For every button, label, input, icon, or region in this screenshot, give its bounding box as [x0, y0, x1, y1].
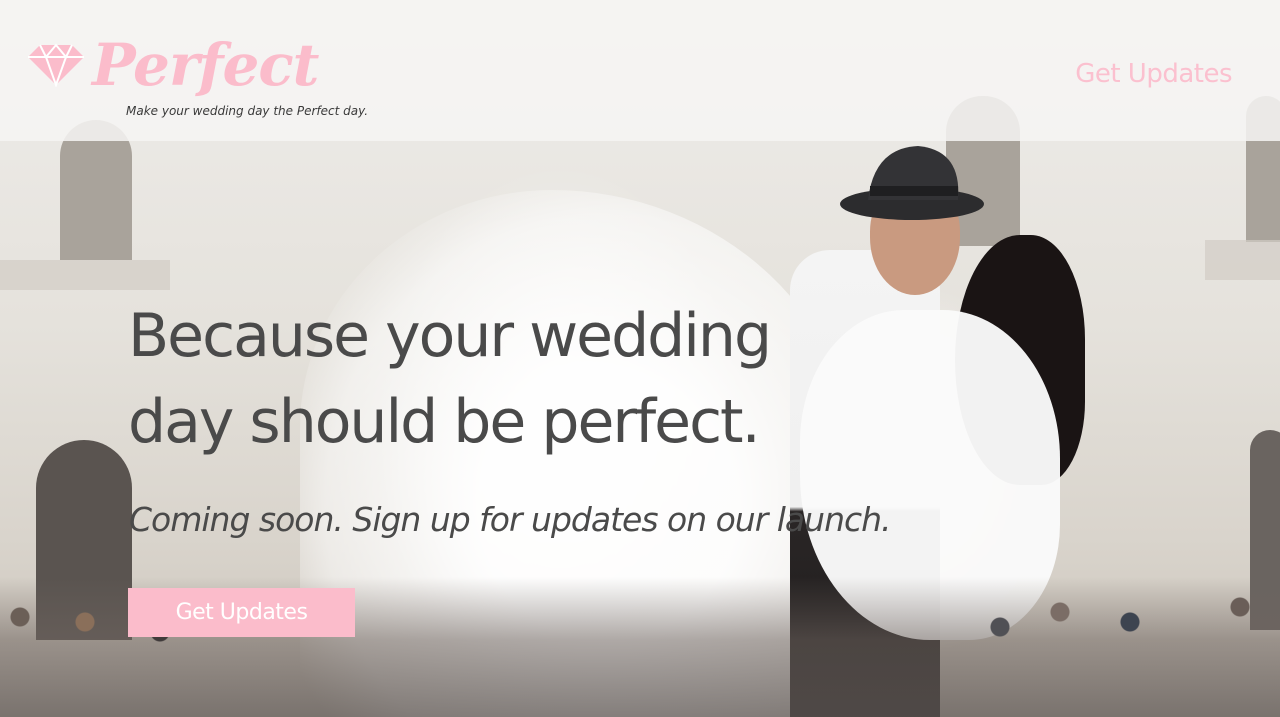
site-header: Perfect Make your wedding day the Perfec… [0, 0, 1280, 141]
brand-name: Perfect [92, 31, 319, 99]
header-get-updates-link[interactable]: Get Updates [1075, 59, 1232, 89]
get-updates-button[interactable]: Get Updates [128, 588, 355, 637]
brand-tagline: Make your wedding day the Perfect day. [126, 104, 369, 118]
logo[interactable]: Perfect [26, 30, 319, 100]
hero-subheadline: Coming soon. Sign up for updates on our … [129, 500, 892, 539]
hero-headline-line1: Because your wedding [128, 301, 772, 371]
hero-headline: Because your wedding day should be perfe… [128, 293, 772, 465]
diamond-icon [28, 43, 84, 87]
landing-page: Perfect Make your wedding day the Perfec… [0, 0, 1280, 717]
hat-shape [840, 146, 984, 220]
hero-headline-line2: day should be perfect. [128, 387, 761, 457]
